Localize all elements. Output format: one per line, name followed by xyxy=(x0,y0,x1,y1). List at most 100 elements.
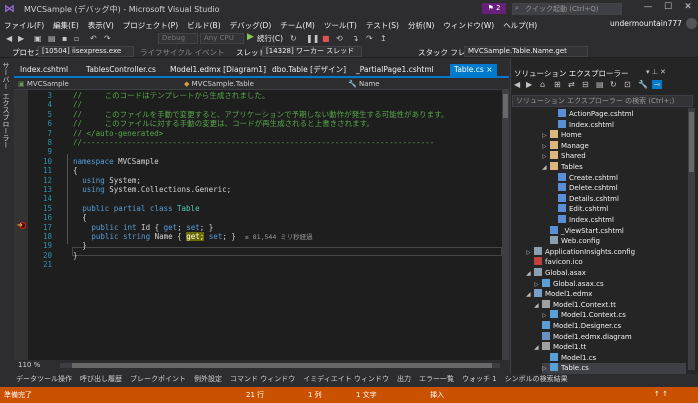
save-icon[interactable]: ▪ xyxy=(62,33,67,44)
solution-tree-item[interactable]: ▷ ApplicationInsights.config xyxy=(526,246,686,258)
expander-icon[interactable]: ▷ xyxy=(534,279,542,290)
solution-platform-select[interactable]: Any CPU xyxy=(200,33,244,44)
tab-dbo-table-design[interactable]: dbo.Table [デザイン] xyxy=(272,64,346,76)
save-all-icon[interactable]: ▫ xyxy=(74,33,79,44)
solution-tree-item[interactable]: ◢ Global.asax xyxy=(526,268,686,279)
menu-team[interactable]: チーム(M) xyxy=(280,20,315,31)
process-select[interactable]: [10504] iisexpress.exe xyxy=(38,46,134,57)
preview-selected-icon[interactable]: ⊸ xyxy=(652,80,662,89)
tab-close-icon[interactable]: × xyxy=(486,65,492,74)
expander-icon[interactable]: ◢ xyxy=(534,300,542,311)
editor-vertical-scrollbar[interactable] xyxy=(502,90,509,360)
tab-data-tools[interactable]: データツール操作 xyxy=(16,374,72,385)
expander-icon[interactable]: ▷ xyxy=(542,310,550,321)
solution-tree-item[interactable]: ◢ Model1.tt xyxy=(534,342,686,353)
expander-icon[interactable]: ◢ xyxy=(526,289,534,300)
project-dropdown[interactable]: ▣ MVCSample xyxy=(18,79,178,89)
tab-partial-page1[interactable]: _PartialPage1.cshtml xyxy=(356,64,434,76)
refresh-icon[interactable]: ↻ xyxy=(290,33,297,44)
expander-icon[interactable]: ◢ xyxy=(534,342,542,353)
tab-call-stack[interactable]: 呼び出し履歴 xyxy=(80,374,122,385)
continue-play-icon[interactable]: ▶ xyxy=(247,32,254,42)
restart-icon[interactable]: ⟲ xyxy=(336,33,343,44)
tab-error-list[interactable]: エラー一覧 xyxy=(419,374,454,385)
show-all-files-icon[interactable]: ▤ xyxy=(596,80,604,89)
menu-tools[interactable]: ツール(T) xyxy=(324,20,357,31)
expander-icon[interactable]: ▷ xyxy=(542,363,550,374)
tab-output[interactable]: 出力 xyxy=(397,374,411,385)
step-into-icon[interactable]: ↴ xyxy=(352,33,359,44)
sync-icon[interactable]: ⇄ xyxy=(568,80,575,89)
expander-icon[interactable]: ◢ xyxy=(542,162,550,173)
solution-tree-item[interactable]: ▷ Model1.Context.cs xyxy=(542,310,686,321)
solution-tree-item[interactable]: ▷ Home xyxy=(542,130,686,141)
tab-watch-1[interactable]: ウォッチ 1 xyxy=(462,374,497,385)
menu-analyze[interactable]: 分析(N) xyxy=(408,20,434,31)
notification-flag-icon[interactable]: ⚑ 2 xyxy=(482,3,506,14)
pin-icon[interactable]: ▾ ⊥ ✕ xyxy=(646,68,666,76)
solution-tree-item[interactable]: Create.cshtml xyxy=(550,172,686,184)
solution-tree-item[interactable]: Model1.cs xyxy=(542,352,686,364)
pause-icon[interactable]: ❚❚ xyxy=(306,33,319,44)
solution-tree-item[interactable]: Model1.Designer.cs xyxy=(534,321,686,332)
expander-icon[interactable]: ▷ xyxy=(542,141,550,152)
editor-vertical-scroll-thumb[interactable] xyxy=(503,94,508,118)
user-name[interactable]: undermountain777 xyxy=(610,19,682,28)
expander-icon[interactable]: ◢ xyxy=(526,268,534,279)
solution-tree-item[interactable]: favicon.ico xyxy=(526,257,686,268)
properties-wrench-icon[interactable]: 🔧 xyxy=(638,80,648,89)
type-dropdown[interactable]: ◆ MVCSample.Table xyxy=(184,79,344,89)
server-explorer-tab[interactable]: サーバー エクスプローラー xyxy=(1,62,11,148)
quick-launch-input[interactable]: クイック起動 (Ctrl+Q) xyxy=(512,3,622,15)
close-button[interactable]: ✕ xyxy=(680,2,696,12)
undo-icon[interactable]: ↶ xyxy=(90,33,97,44)
solution-tree-item[interactable]: Details.cshtml xyxy=(550,193,686,205)
solution-tree-item[interactable]: _ViewStart.cshtml xyxy=(542,225,686,237)
solution-tree-item[interactable]: Model1.edmx.diagram xyxy=(534,331,686,343)
tab-immediate-window[interactable]: イミディエイト ウィンドウ xyxy=(303,374,389,385)
pending-changes-icon[interactable]: ⊞ xyxy=(554,80,561,89)
solution-tree-item[interactable]: ▷ Shared xyxy=(542,151,686,162)
redo-icon[interactable]: ↷ xyxy=(104,33,111,44)
menu-debug[interactable]: デバッグ(D) xyxy=(230,20,272,31)
minimize-button[interactable]: — xyxy=(640,2,656,12)
menu-test[interactable]: テスト(S) xyxy=(366,20,399,31)
solution-tree-item[interactable]: ◢ Tables xyxy=(542,162,686,173)
back-icon[interactable]: ◀ xyxy=(6,33,12,44)
solution-tree-item[interactable]: ActionPage.cshtml xyxy=(550,109,686,120)
menu-help[interactable]: ヘルプ(H) xyxy=(503,20,537,31)
refresh-icon[interactable]: ↻ xyxy=(610,80,617,89)
expander-icon[interactable]: ▷ xyxy=(542,130,550,141)
solution-tree-item[interactable]: ◢ Model1.edmx xyxy=(526,289,686,300)
tab-table-cs[interactable]: Table.cs × xyxy=(450,64,497,76)
tab-command-window[interactable]: コマンド ウィンドウ xyxy=(230,374,295,385)
solution-tree-item[interactable]: ▷ Table.cs xyxy=(542,363,686,375)
thread-select[interactable]: [14328] ワーカー スレッド xyxy=(262,46,362,57)
view-code-icon[interactable]: ⊡ xyxy=(624,80,631,89)
lifecycle-events-label[interactable]: ライフサイクル イベント xyxy=(140,47,225,58)
editor-horizontal-scroll-thumb[interactable] xyxy=(72,363,492,368)
collapse-all-icon[interactable]: ⊟ xyxy=(582,80,589,89)
zoom-level-select[interactable]: 110 % xyxy=(18,361,40,369)
solution-tree-item[interactable]: Index.cshtml xyxy=(550,119,686,131)
menu-build[interactable]: ビルド(B) xyxy=(187,20,221,31)
new-project-icon[interactable]: ▣ xyxy=(34,33,42,44)
forward-icon[interactable]: ▶ xyxy=(18,33,24,44)
home-icon[interactable]: ⌂ xyxy=(540,80,545,89)
solution-tree-item[interactable]: Delete.cshtml xyxy=(550,183,686,194)
publish-icon[interactable]: ↑ ↑ xyxy=(654,390,668,398)
step-over-icon[interactable]: ↷ xyxy=(366,33,373,44)
menu-edit[interactable]: 編集(E) xyxy=(53,20,79,31)
solution-tree-item[interactable]: ◢ Model1.Context.tt xyxy=(534,299,686,311)
solution-config-select[interactable]: Debug xyxy=(158,33,198,44)
back-icon[interactable]: ◀ xyxy=(514,80,520,89)
tab-index-cshtml[interactable]: Index.cshtml xyxy=(20,64,68,76)
tab-breakpoints[interactable]: ブレークポイント xyxy=(130,374,186,385)
solution-tree-item[interactable]: Edit.cshtml xyxy=(550,204,686,215)
stop-icon[interactable]: ■ xyxy=(322,33,330,44)
solution-tree-item[interactable]: ▷ Global.asax.cs xyxy=(534,278,686,290)
menu-view[interactable]: 表示(V) xyxy=(88,20,114,31)
solution-tree-item[interactable]: ▷ Manage xyxy=(542,140,686,152)
tab-tables-controller[interactable]: TablesController.cs xyxy=(86,64,156,76)
solution-explorer-search-input[interactable]: ソリューション エクスプローラー の検索 (Ctrl+;) xyxy=(512,95,693,107)
